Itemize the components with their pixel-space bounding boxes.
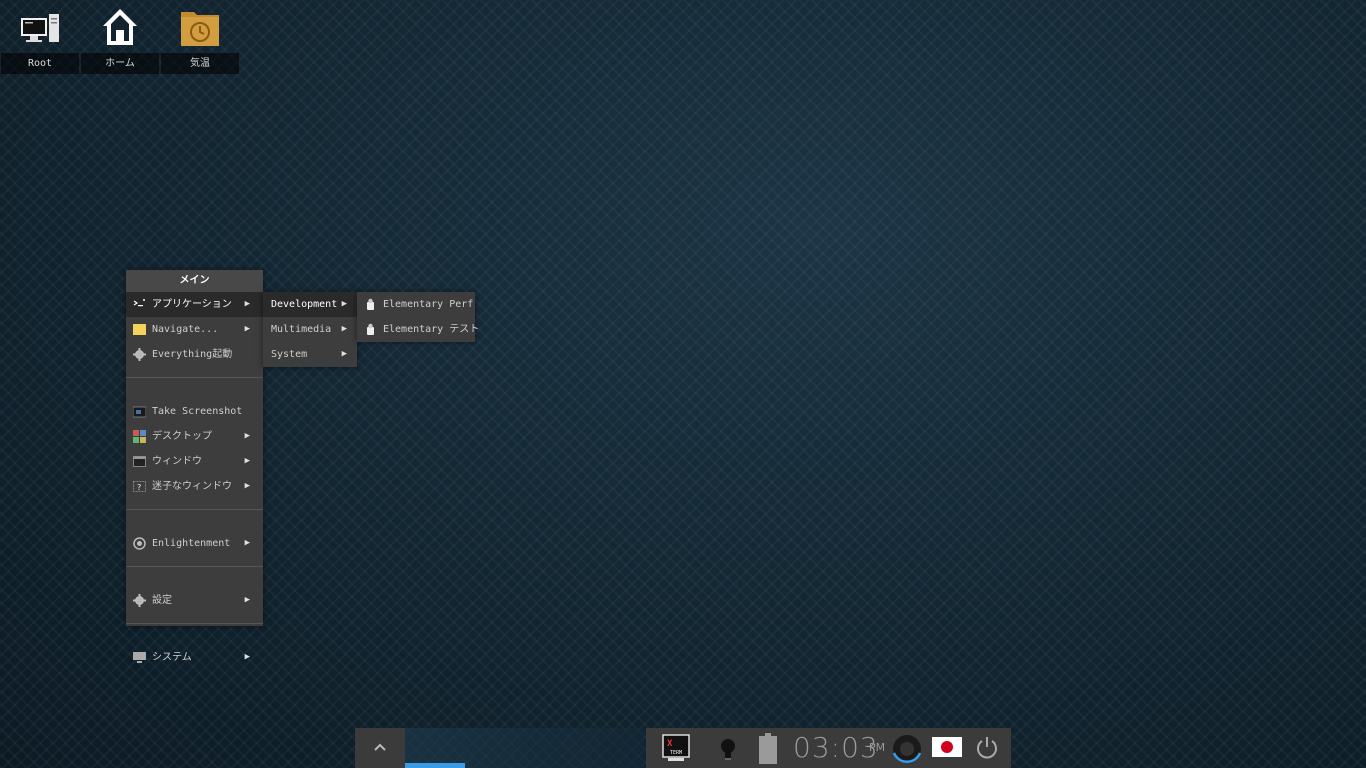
desktop-icon-root[interactable]: Root bbox=[1, 0, 79, 74]
chevron-right-icon: ▶ bbox=[244, 481, 250, 491]
menu-item-everything[interactable]: Everything起動 bbox=[126, 342, 263, 367]
desktop-icon bbox=[133, 430, 146, 443]
menu-item-label: System bbox=[271, 349, 308, 360]
lightbulb-icon[interactable] bbox=[719, 737, 737, 761]
menu-item-settings[interactable]: 設定 ▶ bbox=[126, 588, 263, 613]
menu-item-label: Navigate... bbox=[152, 324, 219, 335]
menu-separator bbox=[126, 623, 263, 645]
development-submenu: Elementary Perf Elementary テスト bbox=[357, 292, 479, 342]
chevron-right-icon: ▶ bbox=[341, 299, 347, 309]
shelf-gadgets: X TERM 03:03 PM bbox=[646, 728, 1011, 768]
chevron-right-icon: ▶ bbox=[244, 299, 250, 309]
menu-item-label: Enlightenment bbox=[152, 538, 231, 549]
menu-item-elementary-perf[interactable]: Elementary Perf bbox=[357, 292, 475, 317]
window-icon bbox=[133, 456, 146, 467]
menu-item-window[interactable]: ウィンドウ ▶ bbox=[126, 449, 263, 474]
menu-item-label: ウィンドウ bbox=[152, 456, 202, 467]
menu-item-multimedia[interactable]: Multimedia ▶ bbox=[263, 317, 357, 342]
power-icon[interactable] bbox=[975, 736, 999, 760]
menu-item-label: システム bbox=[152, 652, 192, 663]
desktop-icon-weather[interactable]: 気温 bbox=[161, 0, 239, 74]
desktop-icon-home[interactable]: ホーム bbox=[81, 0, 159, 74]
menu-item-label: Everything起動 bbox=[152, 349, 233, 360]
menu-item-label: Multimedia bbox=[271, 324, 332, 335]
elementary-icon bbox=[367, 298, 374, 310]
chevron-right-icon: ▶ bbox=[244, 595, 250, 605]
chevron-right-icon: ▶ bbox=[244, 652, 250, 662]
main-menu: メイン アプリケーション ▶ Navigate... ▶ Everything起… bbox=[126, 270, 263, 663]
chevron-right-icon: ▶ bbox=[341, 349, 347, 359]
chevron-right-icon: ▶ bbox=[244, 456, 250, 466]
applications-submenu: Development ▶ Multimedia ▶ System ▶ bbox=[263, 292, 357, 367]
shelf-start-button[interactable] bbox=[355, 728, 405, 768]
settings-icon bbox=[133, 594, 146, 607]
system-icon bbox=[133, 652, 146, 663]
home-icon bbox=[103, 9, 137, 45]
elementary-icon bbox=[367, 323, 374, 335]
menu-item-lost-windows[interactable]: ? 迷子なウィンドウ ▶ bbox=[126, 474, 263, 499]
desktop-icon-label: ホーム bbox=[81, 53, 159, 74]
menu-item-applications[interactable]: アプリケーション ▶ bbox=[126, 292, 263, 317]
menu-separator bbox=[126, 377, 263, 399]
computer-icon bbox=[21, 14, 59, 42]
menu-item-label: デスクトップ bbox=[152, 431, 212, 442]
desktop-icon-label: 気温 bbox=[161, 53, 239, 74]
folder-clock-icon bbox=[181, 12, 219, 46]
menu-item-label: 設定 bbox=[152, 595, 172, 606]
menu-item-development[interactable]: Development ▶ bbox=[263, 292, 357, 317]
menu-item-label: Elementary Perf bbox=[383, 299, 474, 310]
pager-active-indicator bbox=[405, 763, 465, 768]
applications-icon bbox=[133, 299, 145, 307]
clock-ampm: PM bbox=[869, 741, 886, 754]
xterm-icon[interactable]: X TERM bbox=[662, 734, 690, 762]
virtual-desktop-pager[interactable] bbox=[405, 728, 645, 768]
menu-item-desktop[interactable]: デスクトップ ▶ bbox=[126, 424, 263, 449]
folder-icon bbox=[133, 324, 146, 335]
mixer-icon[interactable] bbox=[891, 733, 923, 765]
chevron-right-icon: ▶ bbox=[341, 324, 347, 334]
menu-item-label: Take Screenshot bbox=[152, 406, 243, 417]
enlightenment-icon bbox=[133, 537, 146, 550]
menu-item-system[interactable]: システム ▶ bbox=[126, 645, 263, 670]
menu-separator bbox=[126, 509, 263, 531]
chevron-right-icon: ▶ bbox=[244, 431, 250, 441]
menu-item-enlightenment[interactable]: Enlightenment ▶ bbox=[126, 531, 263, 556]
chevron-right-icon: ▶ bbox=[244, 538, 250, 548]
menu-item-label: アプリケーション bbox=[152, 299, 232, 310]
svg-text:?: ? bbox=[137, 483, 141, 492]
menu-item-elementary-test[interactable]: Elementary テスト bbox=[357, 317, 479, 342]
menu-item-system-apps[interactable]: System ▶ bbox=[263, 342, 357, 367]
desktop-icon-label: Root bbox=[1, 53, 79, 74]
menu-item-label: 迷子なウィンドウ bbox=[152, 481, 232, 492]
screenshot-icon bbox=[133, 406, 146, 418]
menu-item-label: Elementary テスト bbox=[383, 324, 480, 335]
menu-item-take-screenshot[interactable]: Take Screenshot bbox=[126, 399, 263, 424]
menu-item-label: Development bbox=[271, 299, 338, 310]
japan-flag-icon[interactable] bbox=[932, 737, 962, 757]
battery-icon[interactable] bbox=[758, 733, 778, 765]
chevron-up-icon bbox=[374, 743, 386, 751]
lost-window-icon: ? bbox=[133, 481, 146, 492]
clock-time[interactable]: 03:03 bbox=[793, 731, 879, 764]
chevron-right-icon: ▶ bbox=[244, 324, 250, 334]
gear-icon bbox=[133, 348, 146, 361]
menu-item-navigate[interactable]: Navigate... ▶ bbox=[126, 317, 263, 342]
menu-separator bbox=[126, 566, 263, 588]
svg-text:X: X bbox=[667, 739, 673, 749]
svg-text:TERM: TERM bbox=[670, 750, 682, 756]
main-menu-title: メイン bbox=[126, 270, 263, 292]
